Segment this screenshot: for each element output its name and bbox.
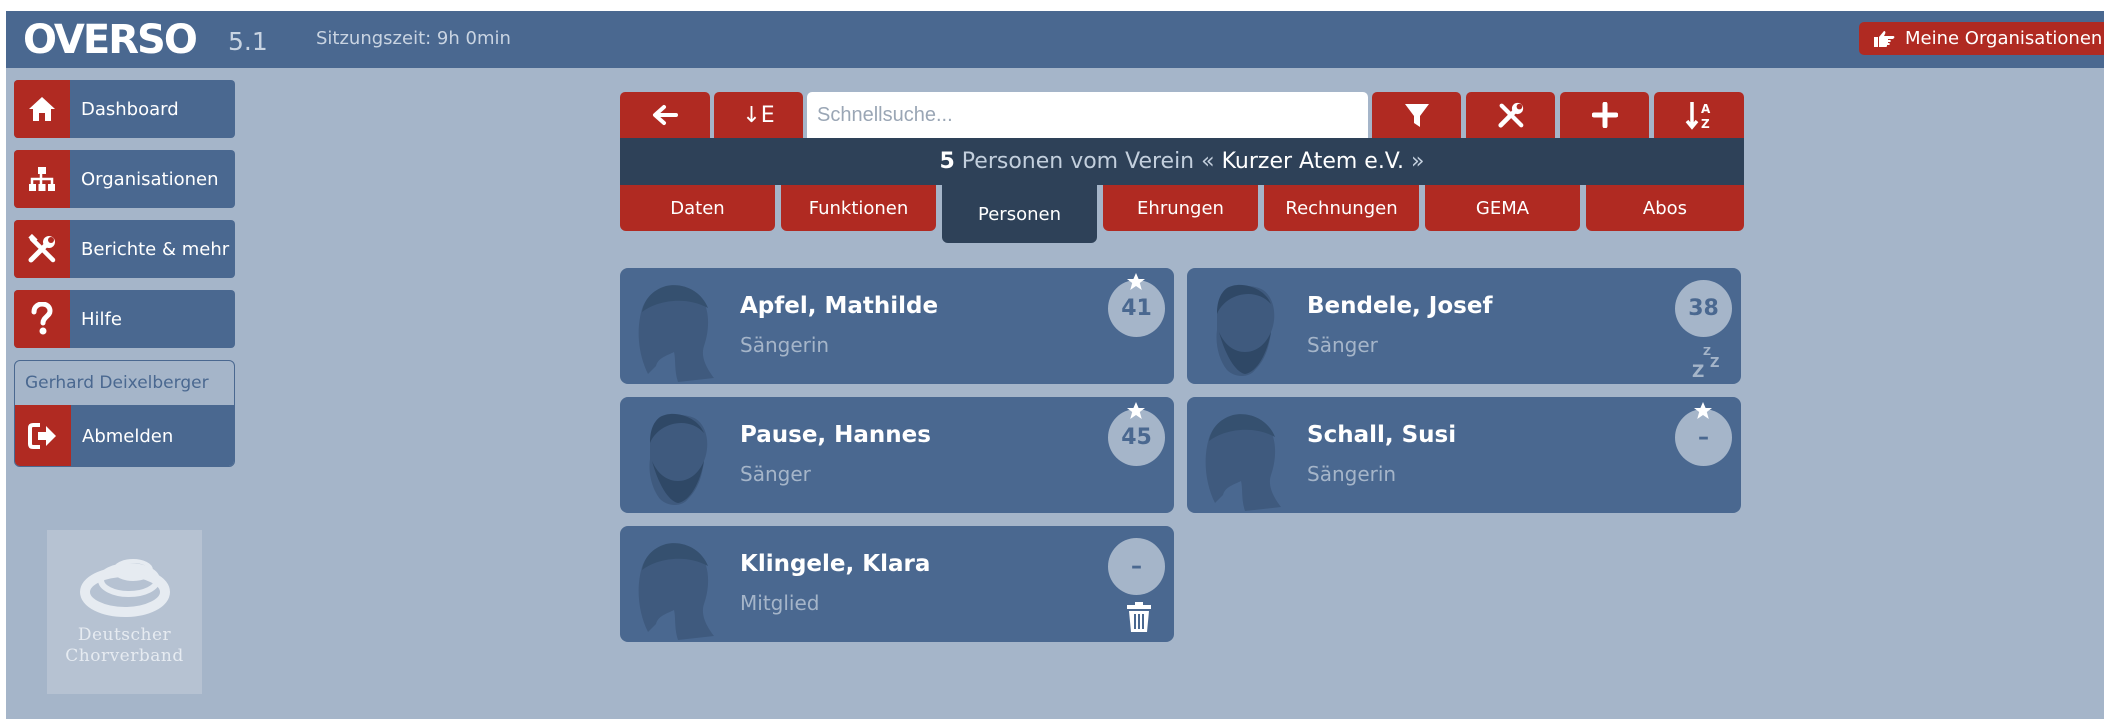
person-card[interactable]: Apfel, Mathilde Sängerin 41 (620, 268, 1174, 384)
sleep-icon: Z Z Z (1692, 345, 1719, 379)
person-count: 5 (939, 149, 955, 174)
person-card[interactable]: Bendele, Josef Sänger 38 Z Z Z (1187, 268, 1741, 384)
person-role: Sänger (1307, 333, 1378, 357)
person-name: Pause, Hannes (740, 422, 931, 448)
tab-funktionen[interactable]: Funktionen (781, 185, 936, 231)
sidebar-item-label: Hilfe (81, 308, 122, 330)
sidebar-item-label: Organisationen (81, 168, 219, 190)
sort-alpha-icon: AZ (1685, 102, 1711, 130)
question-icon (14, 290, 70, 348)
sidebar-item-label: Dashboard (81, 98, 179, 120)
organisation-name: Kurzer Atem e.V. (1221, 149, 1405, 174)
tools-button[interactable] (1466, 92, 1555, 138)
person-role: Sänger (740, 462, 811, 486)
male-avatar-icon (649, 413, 708, 505)
add-button[interactable] (1560, 92, 1649, 138)
filter-icon (1404, 104, 1429, 127)
tools-icon (14, 220, 70, 278)
tab-rechnungen[interactable]: Rechnungen (1264, 185, 1419, 231)
person-role: Sängerin (740, 333, 830, 357)
search-input[interactable] (807, 92, 1368, 138)
tab-gema[interactable]: GEMA (1425, 185, 1580, 231)
person-name: Bendele, Josef (1307, 293, 1493, 319)
dcv-logo: Deutscher Chorverband (47, 530, 202, 694)
sign-out-icon (15, 405, 71, 466)
info-suffix: » (1411, 149, 1425, 174)
sidebar-item-dashboard[interactable]: Dashboard (14, 80, 235, 138)
sidebar-item-label: Berichte & mehr (81, 238, 230, 260)
sort-e-button[interactable]: ↓E (714, 92, 803, 138)
top-bar: OVERSO 5.1 Sitzungszeit: 9h 0min Meine O… (6, 11, 2104, 68)
female-avatar-icon (638, 285, 714, 382)
back-button[interactable] (620, 92, 710, 138)
female-avatar-icon (1205, 414, 1281, 511)
person-card[interactable]: Klingele, Klara Mitglied – (620, 526, 1174, 642)
info-bar: 5 Personen vom Verein « Kurzer Atem e.V.… (620, 138, 1744, 185)
logout-label: Abmelden (82, 425, 174, 447)
session-time: Sitzungszeit: 9h 0min (316, 28, 511, 49)
star-icon (1127, 402, 1145, 419)
trash-icon[interactable] (1124, 601, 1154, 633)
sitemap-icon (14, 150, 70, 208)
person-card[interactable]: Pause, Hannes Sänger 45 (620, 397, 1174, 513)
sidebar-item-berichte[interactable]: Berichte & mehr (14, 220, 235, 278)
my-organisations-button[interactable]: Meine Organisationen (1859, 22, 2104, 55)
sidebar-item-hilfe[interactable]: Hilfe (14, 290, 235, 348)
membership-years-badge: – (1108, 538, 1165, 595)
tab-ehrungen[interactable]: Ehrungen (1103, 185, 1258, 231)
person-role: Sängerin (1307, 462, 1397, 486)
app-window: OVERSO 5.1 Sitzungszeit: 9h 0min Meine O… (6, 11, 2104, 719)
tab-daten[interactable]: Daten (620, 185, 775, 231)
info-text: Personen vom Verein « (961, 149, 1215, 174)
dcv-logo-line1: Deutscher (77, 625, 172, 645)
home-icon (14, 80, 70, 138)
tab-abos[interactable]: Abos (1586, 185, 1744, 231)
user-name: Gerhard Deixelberger (25, 373, 209, 393)
svg-text:Z: Z (1692, 362, 1704, 379)
sort-alpha-button[interactable]: AZ (1654, 92, 1744, 138)
female-avatar-icon (638, 543, 714, 640)
person-name: Schall, Susi (1307, 422, 1457, 448)
membership-years-badge: 38 (1675, 280, 1732, 337)
star-icon (1127, 273, 1145, 290)
person-name: Apfel, Mathilde (740, 293, 939, 319)
male-avatar-icon (1216, 284, 1275, 376)
plus-icon (1591, 102, 1618, 128)
app-version: 5.1 (228, 27, 268, 56)
filter-button[interactable] (1372, 92, 1461, 138)
person-role: Mitglied (740, 591, 820, 615)
my-organisations-label: Meine Organisationen (1905, 28, 2103, 49)
tab-personen[interactable]: Personen (942, 185, 1097, 243)
user-panel: Gerhard Deixelberger Abmelden (14, 360, 235, 467)
person-card[interactable]: Schall, Susi Sängerin – (1187, 397, 1741, 513)
sidebar-item-organisationen[interactable]: Organisationen (14, 150, 235, 208)
logout-button[interactable]: Abmelden (15, 405, 234, 466)
app-logo[interactable]: OVERSO (23, 17, 198, 63)
pointing-hand-icon (1874, 30, 1895, 47)
arrow-left-icon (653, 105, 678, 125)
dcv-logo-line2: Chorverband (65, 646, 184, 666)
svg-text:A: A (1701, 102, 1711, 116)
star-icon (1694, 402, 1712, 419)
svg-text:Z: Z (1701, 117, 1710, 130)
tools-icon (1497, 102, 1523, 128)
svg-text:Z: Z (1710, 356, 1719, 371)
person-name: Klingele, Klara (740, 551, 931, 577)
